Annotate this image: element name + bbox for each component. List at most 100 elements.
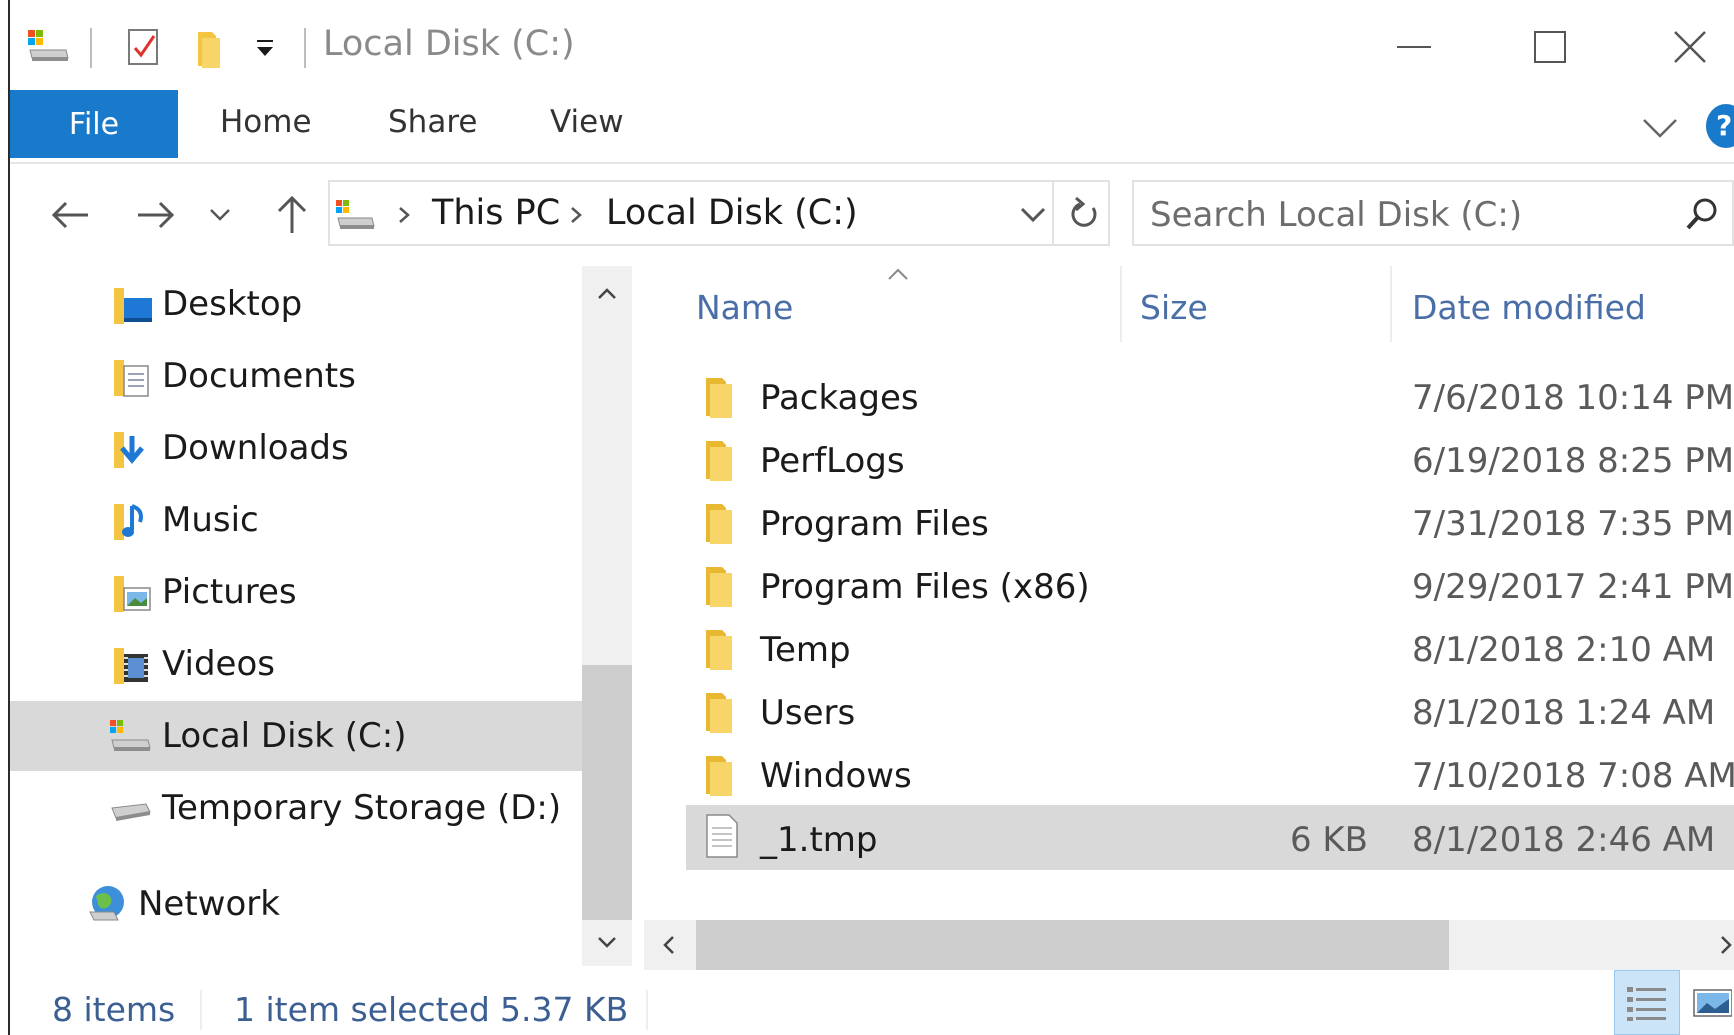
- nav-pane-scrollbar-thumb[interactable]: [582, 665, 632, 920]
- file-name: Program Files (x86): [760, 567, 1090, 607]
- status-selected: 1 item selected: [234, 990, 490, 1029]
- nav-label-temporary-storage: Temporary Storage (D:): [162, 788, 562, 828]
- downloads-folder-icon: [110, 428, 154, 472]
- sort-ascending-icon: [886, 266, 910, 280]
- details-view-icon: [1627, 986, 1666, 1021]
- expand-ribbon-button[interactable]: [1640, 108, 1680, 148]
- large-icons-view-icon: [1693, 988, 1732, 1017]
- file-name: Program Files: [760, 504, 989, 544]
- back-button[interactable]: [40, 185, 100, 245]
- scroll-left-button[interactable]: [656, 932, 682, 958]
- new-folder-icon[interactable]: [194, 28, 226, 70]
- breadcrumb-local-disk[interactable]: Local Disk (C:): [606, 193, 858, 233]
- file-explorer-window: Local Disk (C:) File Home Share View ? T…: [0, 0, 1734, 1035]
- search-icon: [1686, 198, 1717, 230]
- music-folder-icon: [110, 500, 154, 544]
- nav-item-videos[interactable]: [10, 630, 582, 700]
- nav-label-local-disk: Local Disk (C:): [162, 716, 407, 756]
- file-name: Users: [760, 693, 856, 733]
- breadcrumb-this-pc[interactable]: This PC: [432, 193, 560, 233]
- folder-icon: [702, 563, 738, 609]
- column-header-name[interactable]: Name: [696, 288, 793, 327]
- file-date: 8/1/2018 2:10 AM: [1412, 630, 1716, 670]
- close-button[interactable]: [1640, 12, 1734, 82]
- search-button[interactable]: [1684, 196, 1720, 232]
- tab-share[interactable]: Share: [388, 104, 477, 140]
- chevron-right-icon: [1721, 936, 1732, 954]
- search-input[interactable]: Search Local Disk (C:): [1150, 195, 1522, 235]
- folder-icon: [702, 374, 738, 420]
- nav-item-music[interactable]: [10, 486, 582, 556]
- chevron-down-icon: [1643, 119, 1677, 138]
- help-button[interactable]: ?: [1706, 104, 1734, 148]
- network-icon: [84, 882, 130, 926]
- tab-file[interactable]: File: [10, 90, 178, 158]
- scroll-up-button[interactable]: [592, 282, 622, 306]
- documents-folder-icon: [110, 356, 154, 400]
- up-arrow-icon: [277, 195, 307, 233]
- properties-icon[interactable]: [126, 26, 162, 68]
- column-divider[interactable]: [1390, 266, 1392, 342]
- address-history-button[interactable]: [1016, 200, 1050, 230]
- chevron-left-icon: [663, 936, 674, 954]
- local-disk-icon: [108, 718, 154, 756]
- breadcrumb-chevron-icon[interactable]: [566, 202, 586, 228]
- maximize-button[interactable]: [1500, 12, 1600, 82]
- close-icon: [1674, 31, 1706, 63]
- ribbon-divider: [10, 162, 1734, 164]
- file-list-scrollbar-thumb[interactable]: [696, 920, 1449, 970]
- file-date: 7/6/2018 10:14 PM: [1412, 378, 1734, 418]
- chevron-down-icon: [598, 937, 616, 948]
- chevron-up-icon: [598, 288, 616, 299]
- file-date: 8/1/2018 1:24 AM: [1412, 693, 1716, 733]
- toolbar-separator: [304, 28, 306, 68]
- file-name: PerfLogs: [760, 441, 905, 481]
- drive-title-icon: [26, 28, 70, 64]
- file-name: Temp: [760, 630, 851, 670]
- nav-label-documents: Documents: [162, 356, 356, 396]
- address-divider: [1052, 180, 1054, 246]
- pictures-folder-icon: [110, 572, 154, 616]
- maximize-icon: [1534, 31, 1566, 63]
- large-icons-view-button[interactable]: [1690, 970, 1734, 1035]
- nav-label-network: Network: [138, 884, 280, 924]
- file-date: 8/1/2018 2:46 AM: [1412, 820, 1716, 860]
- status-item-count: 8 items: [52, 990, 176, 1029]
- status-separator: [200, 990, 202, 1030]
- chevron-down-icon: [1020, 207, 1046, 223]
- folder-icon: [702, 437, 738, 483]
- details-view-button[interactable]: [1614, 970, 1680, 1035]
- folder-icon: [702, 500, 738, 546]
- file-date: 6/19/2018 8:25 PM: [1412, 441, 1734, 481]
- toolbar-separator: [90, 28, 92, 68]
- folder-icon: [702, 752, 738, 798]
- column-divider[interactable]: [1120, 266, 1122, 342]
- up-button[interactable]: [262, 185, 322, 245]
- forward-arrow-icon: [138, 201, 175, 229]
- status-separator: [646, 990, 648, 1030]
- window-title: Local Disk (C:): [323, 24, 575, 64]
- forward-button[interactable]: [126, 185, 186, 245]
- file-date: 7/10/2018 7:08 AM: [1412, 756, 1734, 796]
- refresh-icon: [1071, 196, 1097, 227]
- breadcrumb-chevron-icon[interactable]: [394, 202, 414, 228]
- refresh-button[interactable]: [1066, 194, 1102, 234]
- scroll-right-button[interactable]: [1716, 932, 1734, 958]
- column-header-size[interactable]: Size: [1140, 288, 1208, 327]
- folder-icon: [702, 689, 738, 735]
- status-selected-size: 5.37 KB: [500, 990, 629, 1029]
- minimize-button[interactable]: [1364, 12, 1464, 82]
- back-arrow-icon: [51, 201, 88, 229]
- file-icon: [704, 812, 740, 860]
- scroll-down-button[interactable]: [592, 930, 622, 954]
- column-header-date[interactable]: Date modified: [1412, 288, 1646, 327]
- drive-icon: [108, 794, 154, 828]
- recent-locations-button[interactable]: [200, 185, 240, 245]
- nav-label-videos: Videos: [162, 644, 275, 684]
- drive-breadcrumb-icon: [334, 198, 378, 232]
- file-name: Windows: [760, 756, 912, 796]
- customize-toolbar-icon[interactable]: [254, 38, 278, 60]
- tab-view[interactable]: View: [550, 104, 624, 140]
- videos-folder-icon: [110, 644, 154, 688]
- tab-home[interactable]: Home: [220, 104, 312, 140]
